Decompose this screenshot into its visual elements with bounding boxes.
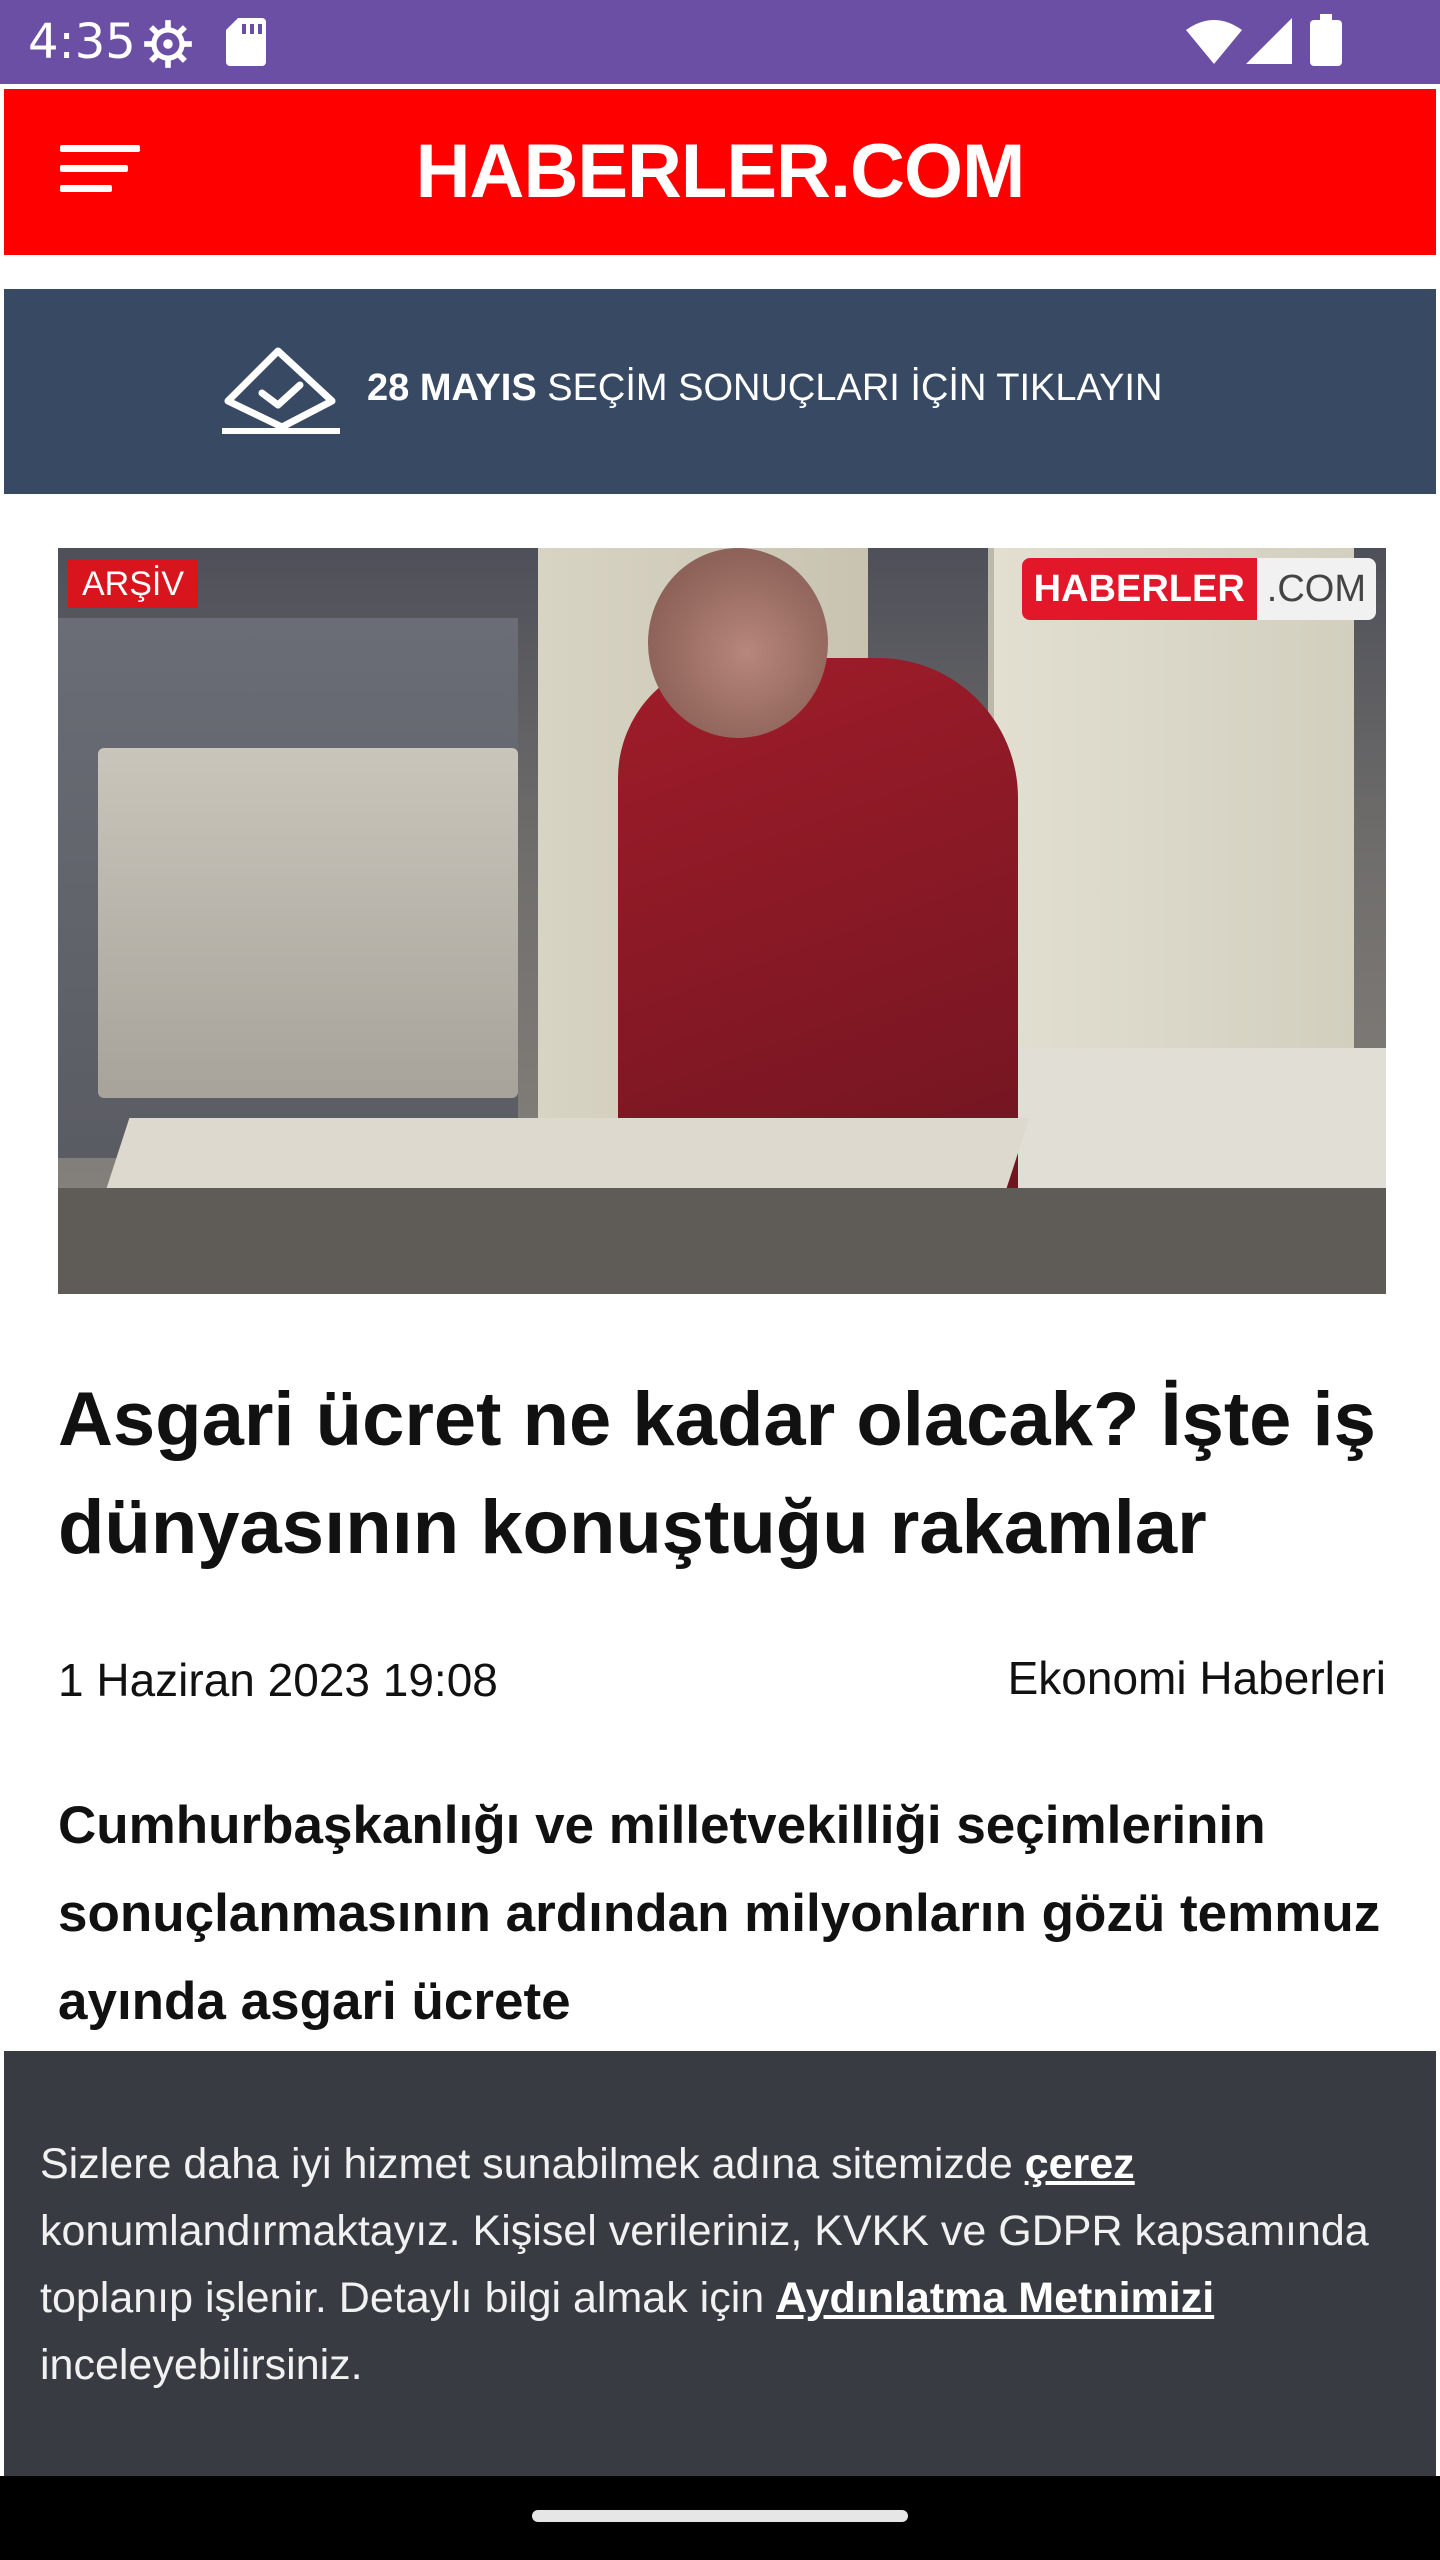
cookie-text-part: inceleyebilirsiniz.	[40, 2341, 363, 2389]
status-time: 4:35	[28, 14, 136, 70]
battery-icon	[1310, 14, 1342, 66]
election-cta: SEÇİM SONUÇLARI İÇİN TIKLAYIN	[536, 367, 1163, 409]
cookie-text-part: Sizlere daha iyi hizmet sunabilmek adına…	[40, 2140, 1025, 2188]
cookie-notice: Sizlere daha iyi hizmet sunabilmek adına…	[4, 2051, 1436, 2476]
watermark-part-2: .COM	[1256, 558, 1376, 620]
system-navigation-bar	[0, 2476, 1440, 2560]
cookie-policy-link[interactable]: çerez	[1025, 2140, 1135, 2188]
article-title: Asgari ücret ne kadar olacak? İşte iş dü…	[58, 1377, 1376, 1570]
ballot-box-icon	[222, 347, 340, 434]
image-watermark: HABERLER .COM	[1021, 558, 1376, 620]
home-gesture-handle[interactable]	[532, 2510, 908, 2522]
election-date: 28 MAYIS	[367, 367, 537, 409]
site-header: HABERLER.COM	[4, 89, 1436, 255]
settings-icon	[144, 20, 192, 68]
article-date: 1 Haziran 2023 19:08	[58, 1654, 498, 1706]
article-image[interactable]: ARŞİV HABERLER .COM	[58, 548, 1386, 1294]
election-results-banner[interactable]: 28 MAYIS SEÇİM SONUÇLARI İÇİN TIKLAYIN	[4, 289, 1436, 494]
watermark-part-1: HABERLER	[1021, 558, 1257, 620]
privacy-notice-link[interactable]: Aydınlatma Metnimizi	[776, 2274, 1214, 2322]
cookie-notice-text: Sizlere daha iyi hizmet sunabilmek adına…	[40, 2131, 1400, 2399]
sd-card-icon	[226, 18, 266, 66]
article-category-link[interactable]: Ekonomi Haberleri	[1008, 1650, 1386, 1706]
election-banner-text: 28 MAYIS SEÇİM SONUÇLARI İÇİN TIKLAYIN	[367, 363, 1162, 413]
article-lead: Cumhurbaşkanlığı ve milletvekilliği seçi…	[58, 1796, 1381, 2031]
site-logo[interactable]: HABERLER.COM	[4, 127, 1436, 217]
status-bar: 4:35	[0, 0, 1440, 84]
archive-badge: ARŞİV	[68, 560, 199, 608]
wifi-icon	[1186, 20, 1242, 64]
signal-icon	[1246, 18, 1292, 64]
